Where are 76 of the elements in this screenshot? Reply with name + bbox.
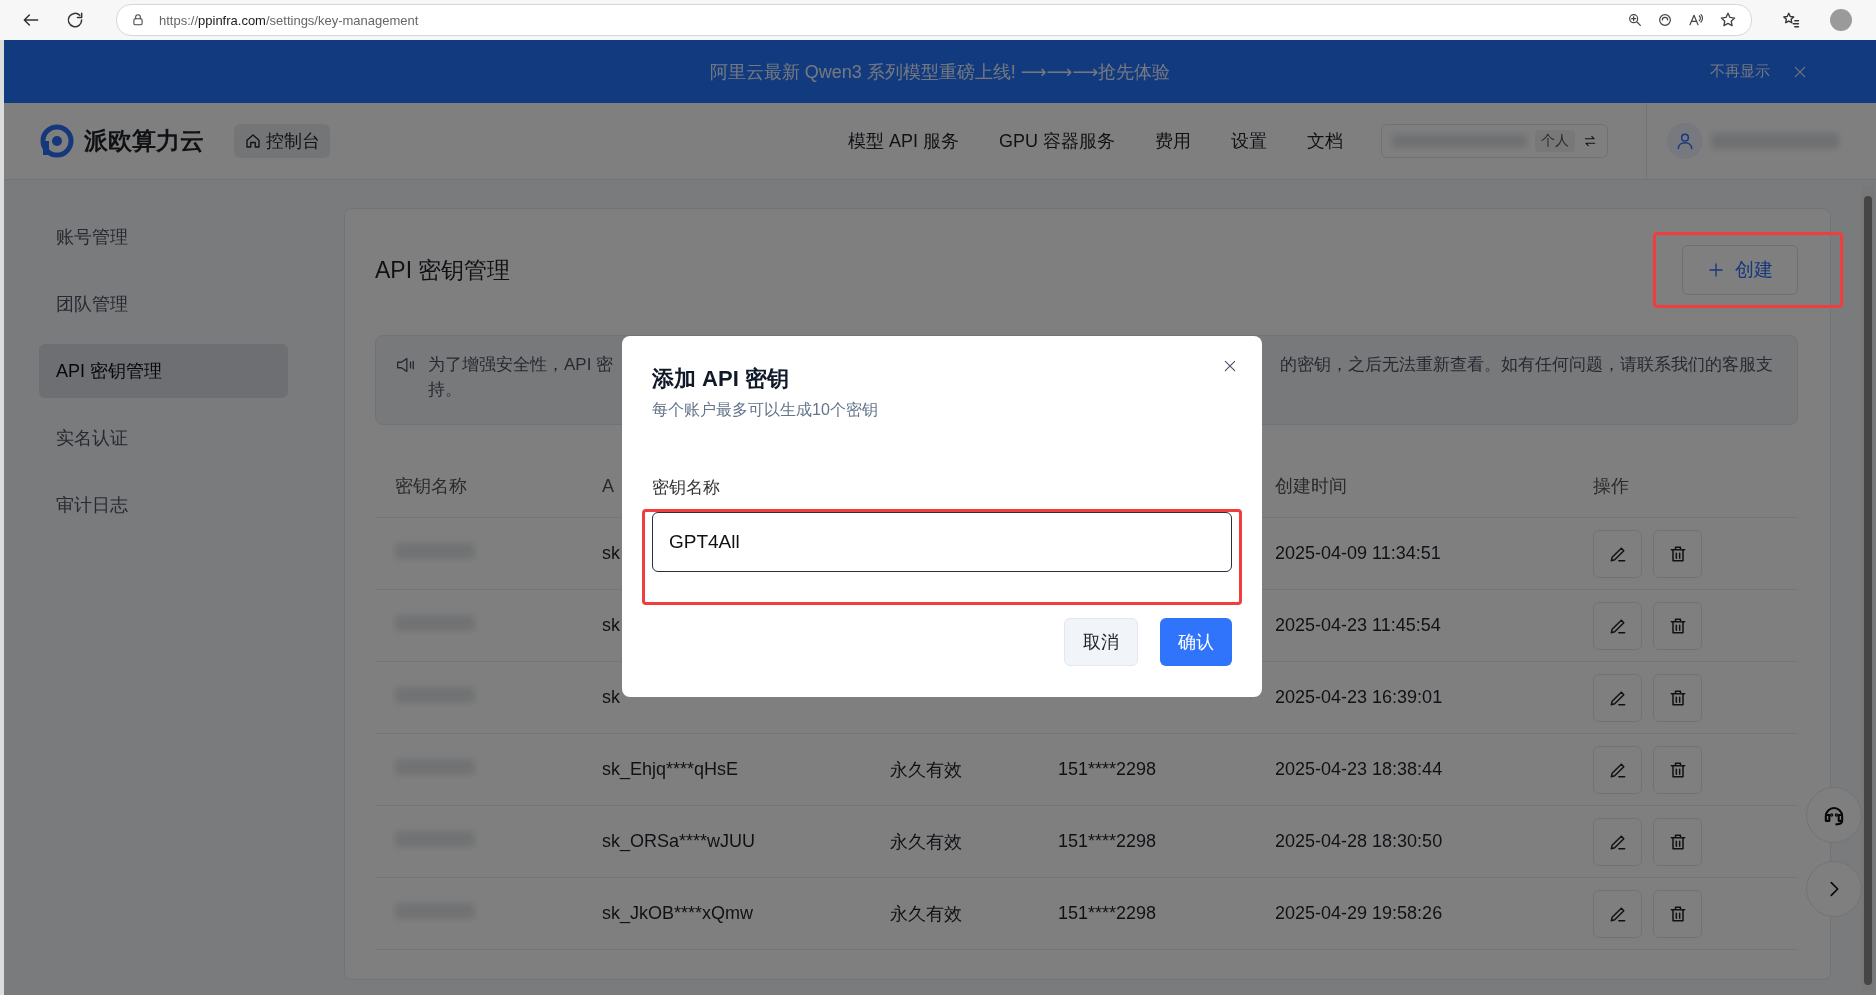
- address-bar[interactable]: https://ppinfra.com/settings/key-management: [116, 4, 1752, 36]
- profile-icon[interactable]: [1830, 9, 1852, 31]
- delete-button[interactable]: [1653, 745, 1702, 794]
- table-cell-text: 2025-04-09 11:34:51: [1274, 543, 1442, 564]
- notice-text: 持。: [428, 379, 462, 401]
- nav-link[interactable]: 模型 API 服务: [847, 129, 959, 153]
- edit-button[interactable]: [1593, 745, 1642, 794]
- star-icon[interactable]: [1719, 11, 1737, 29]
- logo-icon: [40, 124, 74, 158]
- dismiss-link[interactable]: 不再显示: [1710, 62, 1770, 81]
- read-aloud-icon[interactable]: [1687, 12, 1705, 28]
- table-cell-text: 2025-04-23 18:38:44: [1274, 759, 1444, 780]
- scrollbar[interactable]: [1862, 186, 1874, 991]
- table-cell-text: 2025-04-28 18:30:50: [1274, 831, 1444, 852]
- edit-button[interactable]: [1593, 529, 1642, 578]
- notice-text: 为了增强安全性，API 密: [428, 354, 614, 376]
- confirm-button[interactable]: 确认: [1160, 618, 1232, 666]
- avatar-icon[interactable]: [1667, 123, 1703, 159]
- scroll-thumb[interactable]: [1864, 196, 1872, 985]
- swap-icon[interactable]: [1583, 134, 1597, 148]
- account-tag: 个人: [1535, 130, 1575, 152]
- table-cell-text: sk_JkOB****xQmw: [601, 903, 755, 924]
- zoom-icon[interactable]: [1627, 12, 1643, 28]
- table-cell-text: 2025-04-29 19:58:26: [1274, 903, 1444, 924]
- delete-button[interactable]: [1653, 889, 1702, 938]
- nav-link[interactable]: 设置: [1231, 129, 1267, 153]
- column-header: A: [602, 475, 614, 496]
- table-cell-text: 永久有效: [889, 902, 963, 926]
- table-cell-text: 151****2298: [1057, 831, 1158, 852]
- table-cell-text: sk: [601, 615, 621, 636]
- announcement-link[interactable]: 阿里云最新 Qwen3 系列模型重磅上线! ⟶⟶⟶抢先体验: [709, 59, 1171, 84]
- delete-button[interactable]: [1653, 817, 1702, 866]
- table-cell-text: sk_Ehjq****qHsE: [601, 759, 740, 780]
- delete-button[interactable]: [1653, 529, 1702, 578]
- sidebar-item[interactable]: 审计日志: [39, 478, 288, 532]
- sidebar-item[interactable]: 实名认证: [39, 411, 288, 465]
- sidebar-item[interactable]: API 密钥管理: [39, 344, 288, 398]
- table-cell-text: 151****2298: [1057, 759, 1158, 780]
- nav-link[interactable]: GPU 容器服务: [999, 129, 1115, 153]
- column-header: 操作: [1593, 476, 1629, 496]
- dialog-title: 添加 API 密钥: [652, 365, 790, 393]
- field-label: 密钥名称: [652, 477, 721, 499]
- column-header: 密钥名称: [395, 476, 467, 496]
- edit-button[interactable]: [1593, 817, 1642, 866]
- delete-button[interactable]: [1653, 673, 1702, 722]
- edit-button[interactable]: [1593, 601, 1642, 650]
- page-title: API 密钥管理: [375, 255, 511, 285]
- close-icon: [1222, 358, 1238, 374]
- lock-icon: [131, 13, 145, 27]
- notice-text: 的密钥，之后无法重新查看。如有任何问题，请联系我们的客服支: [1280, 354, 1773, 376]
- sidebar-item[interactable]: 团队管理: [39, 277, 288, 331]
- extension-icon[interactable]: [1657, 12, 1673, 28]
- account-switcher[interactable]: 个人: [1381, 124, 1608, 158]
- edit-button[interactable]: [1593, 673, 1642, 722]
- table-cell-text: 2025-04-23 16:39:01: [1274, 687, 1444, 708]
- url-text: https://ppinfra.com/settings/key-management: [159, 12, 419, 28]
- table-cell-text: sk_ORSa****wJUU: [601, 831, 757, 852]
- table-cell-text: 永久有效: [889, 830, 963, 854]
- nav-link[interactable]: 文档: [1307, 129, 1343, 153]
- edit-button[interactable]: [1593, 889, 1642, 938]
- home-icon: [244, 132, 262, 150]
- table-cell-text: 151****2298: [1057, 903, 1158, 924]
- delete-button[interactable]: [1653, 601, 1702, 650]
- table-cell-text: sk: [601, 543, 621, 564]
- plus-icon: [1707, 261, 1725, 279]
- column-header: 创建时间: [1275, 476, 1347, 496]
- cancel-button[interactable]: 取消: [1064, 618, 1138, 666]
- table-cell-text: 永久有效: [889, 758, 963, 782]
- logo-text[interactable]: 派欧算力云: [84, 125, 204, 157]
- sidebar-item[interactable]: 账号管理: [39, 210, 288, 264]
- nav-link[interactable]: 费用: [1155, 129, 1191, 153]
- console-button[interactable]: 控制台: [234, 124, 330, 158]
- dialog-subtitle: 每个账户最多可以生成10个密钥: [652, 400, 879, 420]
- create-button[interactable]: 创建: [1682, 245, 1798, 295]
- table-cell-text: 2025-04-23 11:45:54: [1274, 615, 1442, 636]
- table-cell-text: sk: [601, 687, 621, 708]
